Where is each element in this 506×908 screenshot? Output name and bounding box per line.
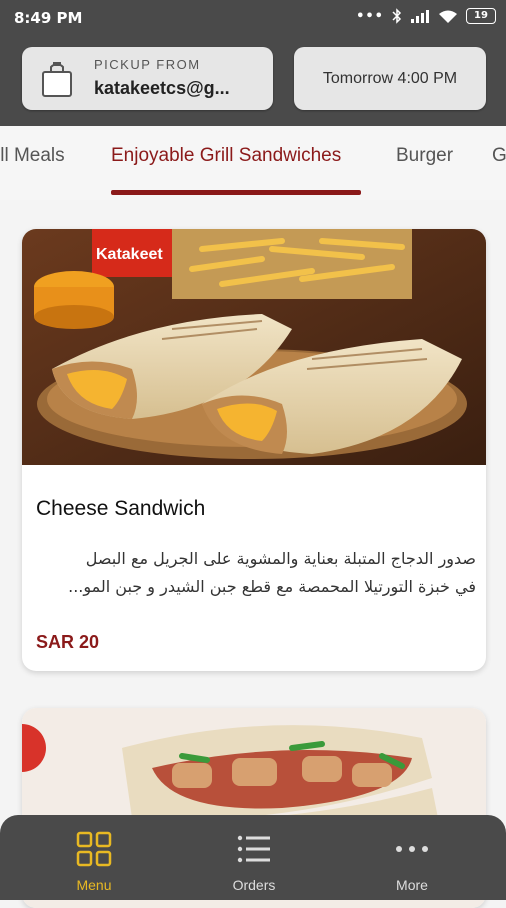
status-time: 8:49 PM <box>14 9 83 27</box>
product-card[interactable]: Katakeet Cheese Sandwich صدور الدجاج الم… <box>22 229 486 671</box>
grid-icon <box>76 831 112 867</box>
nav-more-label: More <box>396 877 428 893</box>
wifi-icon <box>439 10 457 23</box>
pickup-time-button[interactable]: Tomorrow 4:00 PM <box>294 47 486 110</box>
bottom-nav: Menu Orders More <box>0 815 506 900</box>
battery-icon: 19 <box>466 8 496 24</box>
pickup-location-button[interactable]: PICKUP FROM katakeetcs@g... <box>22 47 273 110</box>
pickup-label: PICKUP FROM <box>94 57 201 72</box>
nav-orders[interactable]: Orders <box>189 815 319 900</box>
product-image: Katakeet <box>22 229 486 465</box>
status-icons: ••• 19 <box>356 8 496 24</box>
more-dots-icon <box>396 846 428 852</box>
product-description: صدور الدجاج المتبلة بعناية والمشوية على … <box>68 549 476 596</box>
signal-icon <box>411 10 429 23</box>
tab-grill-meals[interactable]: ill Meals <box>0 145 65 167</box>
nav-menu-label: Menu <box>76 877 112 893</box>
nav-more[interactable]: More <box>347 815 477 900</box>
product-price: SAR 20 <box>36 632 100 652</box>
tab-partial[interactable]: G <box>492 145 506 167</box>
pickup-time-value: Tomorrow 4:00 PM <box>322 69 458 87</box>
active-tab-indicator <box>111 190 361 195</box>
product-title: Cheese Sandwich <box>36 497 206 520</box>
tab-burger[interactable]: Burger <box>396 145 453 167</box>
pickup-value: katakeetcs@g... <box>94 78 230 98</box>
nav-orders-label: Orders <box>232 877 276 893</box>
product-image-brand: Katakeet <box>96 246 163 263</box>
battery-level: 19 <box>474 10 488 21</box>
nav-menu[interactable]: Menu <box>29 815 159 900</box>
shopping-bag-icon <box>42 62 72 97</box>
tab-enjoyable-grill-sandwiches[interactable]: Enjoyable Grill Sandwiches <box>111 145 341 167</box>
status-bar: 8:49 PM ••• 19 <box>0 0 506 36</box>
category-tabs: ill Meals Enjoyable Grill Sandwiches Bur… <box>0 126 506 200</box>
header: PICKUP FROM katakeetcs@g... Tomorrow 4:0… <box>0 36 506 126</box>
more-dots-icon: ••• <box>356 8 384 24</box>
list-icon <box>237 835 270 863</box>
bluetooth-icon <box>392 8 402 24</box>
